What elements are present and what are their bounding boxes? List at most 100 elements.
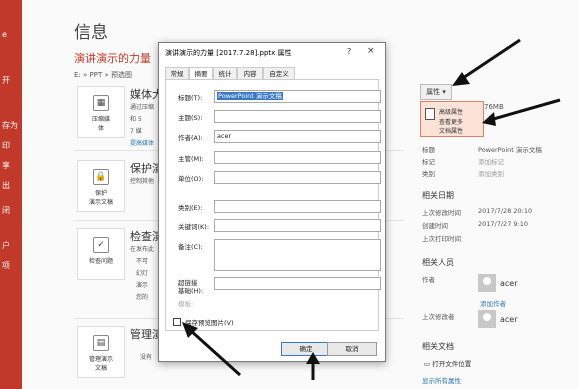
- last-modified-by-label: 上次修改者: [422, 313, 455, 321]
- protect-text: 控制其他: [130, 178, 155, 185]
- created-label: 创建时间: [422, 222, 448, 230]
- compress-media-icon: ▦: [93, 95, 109, 111]
- protect-label-1: 保护: [94, 190, 107, 197]
- compress-media-button[interactable]: ▦ 压缩媒 体: [77, 86, 125, 138]
- media-size-text-2: 和 5: [130, 116, 142, 123]
- inspect-text-1: 在发布此: [130, 246, 155, 253]
- prop-label-title: 标题: [422, 146, 435, 154]
- check-issues-label: 检查问题: [88, 258, 113, 265]
- hyperlink-base-label-2: 基础(H):: [178, 287, 204, 295]
- nav-item[interactable]: 闭: [0, 205, 22, 216]
- show-all-properties-link[interactable]: 显示所有属性: [422, 375, 461, 385]
- nav-item[interactable]: 印: [0, 140, 22, 151]
- chevron-down-icon: ▾: [442, 88, 446, 96]
- inspect-icon: ✓: [93, 237, 109, 253]
- file-size-value: 76MB: [484, 103, 504, 111]
- manage-presentation-button[interactable]: ▤ 管理演示 文稿: [77, 326, 125, 378]
- comments-field[interactable]: [214, 239, 381, 271]
- manager-field-label: 主管(M):: [178, 155, 204, 163]
- subject-field[interactable]: [214, 110, 381, 123]
- company-field-label: 单位(O):: [178, 175, 204, 183]
- keywords-field-label: 关键词(K):: [178, 223, 210, 231]
- add-author-link[interactable]: 添加作者: [480, 298, 506, 308]
- close-icon[interactable]: ×: [367, 46, 375, 56]
- inspect-text-4: 演示: [136, 282, 149, 289]
- backstage-nav: e 开存为印享出闭户项: [0, 0, 22, 389]
- author-name: acer: [500, 279, 518, 288]
- author-field-label: 作者(A):: [178, 134, 203, 142]
- save-preview-checkbox[interactable]: [173, 318, 181, 326]
- author-label: 作者: [422, 276, 435, 284]
- check-issues-button[interactable]: ✓ 检查问题: [77, 228, 125, 280]
- inspect-text-2: 不可: [136, 258, 149, 265]
- related-docs-heading: 相关文档: [422, 342, 454, 351]
- created-value: 2017/7/27 9:10: [478, 220, 528, 228]
- prop-label-category: 类别: [422, 170, 435, 178]
- category-field[interactable]: [214, 200, 381, 213]
- cancel-button[interactable]: 取消: [327, 342, 377, 356]
- document-path: E: » PPT » 预选图: [74, 71, 132, 79]
- nav-item[interactable]: 存为: [0, 120, 22, 131]
- author-field[interactable]: acer: [214, 130, 381, 143]
- inspect-text-3: 幻灯: [136, 270, 149, 277]
- title-field[interactable]: PowerPoint 演示文稿: [214, 90, 381, 103]
- document-title: 演讲演示的力量: [74, 52, 151, 65]
- manager-field[interactable]: [214, 151, 381, 164]
- view-more-item[interactable]: 查看更多: [439, 117, 463, 126]
- comments-field-label: 备注(C):: [178, 243, 203, 251]
- open-file-location-label: 打开文件位置: [432, 360, 472, 368]
- save-preview-label: 保存预览图片(V): [185, 319, 234, 327]
- nav-item[interactable]: e: [0, 30, 22, 39]
- manage-label-1: 管理演示: [88, 356, 113, 363]
- document-properties-item[interactable]: 文档属性: [439, 126, 463, 135]
- document-icon: ▤: [93, 335, 109, 351]
- last-printed-label: 上次打印时间: [422, 235, 461, 243]
- properties-label: 属性: [426, 88, 441, 96]
- category-field-label: 类别(E):: [178, 204, 203, 212]
- prop-label-tags: 标记: [422, 158, 435, 166]
- lock-icon: 🔒: [93, 169, 109, 185]
- modifier-avatar: [478, 310, 496, 328]
- help-icon[interactable]: ?: [347, 47, 351, 56]
- inspect-text-5: 您的: [136, 294, 149, 301]
- company-field[interactable]: [214, 171, 381, 184]
- manage-label-2: 文稿: [94, 365, 107, 372]
- protect-presentation-button[interactable]: 🔒 保护 演示文稿: [77, 160, 125, 212]
- media-size-text-1: 通过压缩: [130, 104, 155, 111]
- hyperlink-base-field[interactable]: [214, 277, 381, 290]
- improve-media-link[interactable]: 提高媒体: [130, 138, 154, 147]
- dialog-title: 演讲演示的力量 [2017.7.28].pptx 属性: [165, 49, 292, 57]
- compress-media-label-2: 体: [97, 125, 104, 132]
- ok-button[interactable]: 确定: [281, 342, 331, 356]
- nav-item[interactable]: 出: [0, 180, 22, 191]
- prop-value-category[interactable]: 添加类别: [478, 168, 504, 178]
- prop-value-tags[interactable]: 添加标记: [478, 156, 504, 166]
- last-modified-label: 上次修改时间: [422, 209, 461, 217]
- media-size-text-3: 7 媒: [130, 128, 142, 135]
- title-field-label: 标题(T):: [178, 94, 203, 102]
- properties-menu: 高级属性 查看更多 文档属性: [420, 101, 484, 137]
- last-modified-value: 2017/7/28 20:10: [478, 207, 533, 215]
- folder-icon: ▭: [424, 360, 431, 368]
- title-field-value: PowerPoint 演示文稿: [217, 92, 283, 100]
- properties-dropdown-button[interactable]: 属性 ▾: [420, 84, 452, 100]
- advanced-properties-item[interactable]: 高级属性: [439, 107, 463, 116]
- keywords-field[interactable]: [214, 219, 381, 232]
- protect-label-2: 演示文稿: [88, 199, 113, 206]
- page-title: 信息: [74, 23, 108, 43]
- summary-panel: 标题(T): PowerPoint 演示文稿 主题(S): 作者(A): ace…: [165, 79, 381, 331]
- prop-value-title[interactable]: PowerPoint 演示文稿: [478, 144, 542, 154]
- subject-field-label: 主题(S):: [178, 114, 203, 122]
- nav-item[interactable]: 户: [0, 240, 22, 251]
- compress-media-label-1: 压缩媒: [91, 116, 110, 123]
- related-dates-heading: 相关日期: [422, 191, 454, 200]
- nav-item[interactable]: 享: [0, 160, 22, 171]
- manage-text: 没有: [140, 354, 153, 361]
- related-people-heading: 相关人员: [422, 258, 454, 267]
- template-label: 模板:: [178, 300, 194, 308]
- open-file-location-link[interactable]: ▭ 打开文件位置: [424, 358, 471, 368]
- author-avatar: [478, 274, 496, 292]
- properties-icon: [425, 108, 435, 120]
- nav-item[interactable]: 开: [0, 75, 22, 86]
- nav-item[interactable]: 项: [0, 260, 22, 271]
